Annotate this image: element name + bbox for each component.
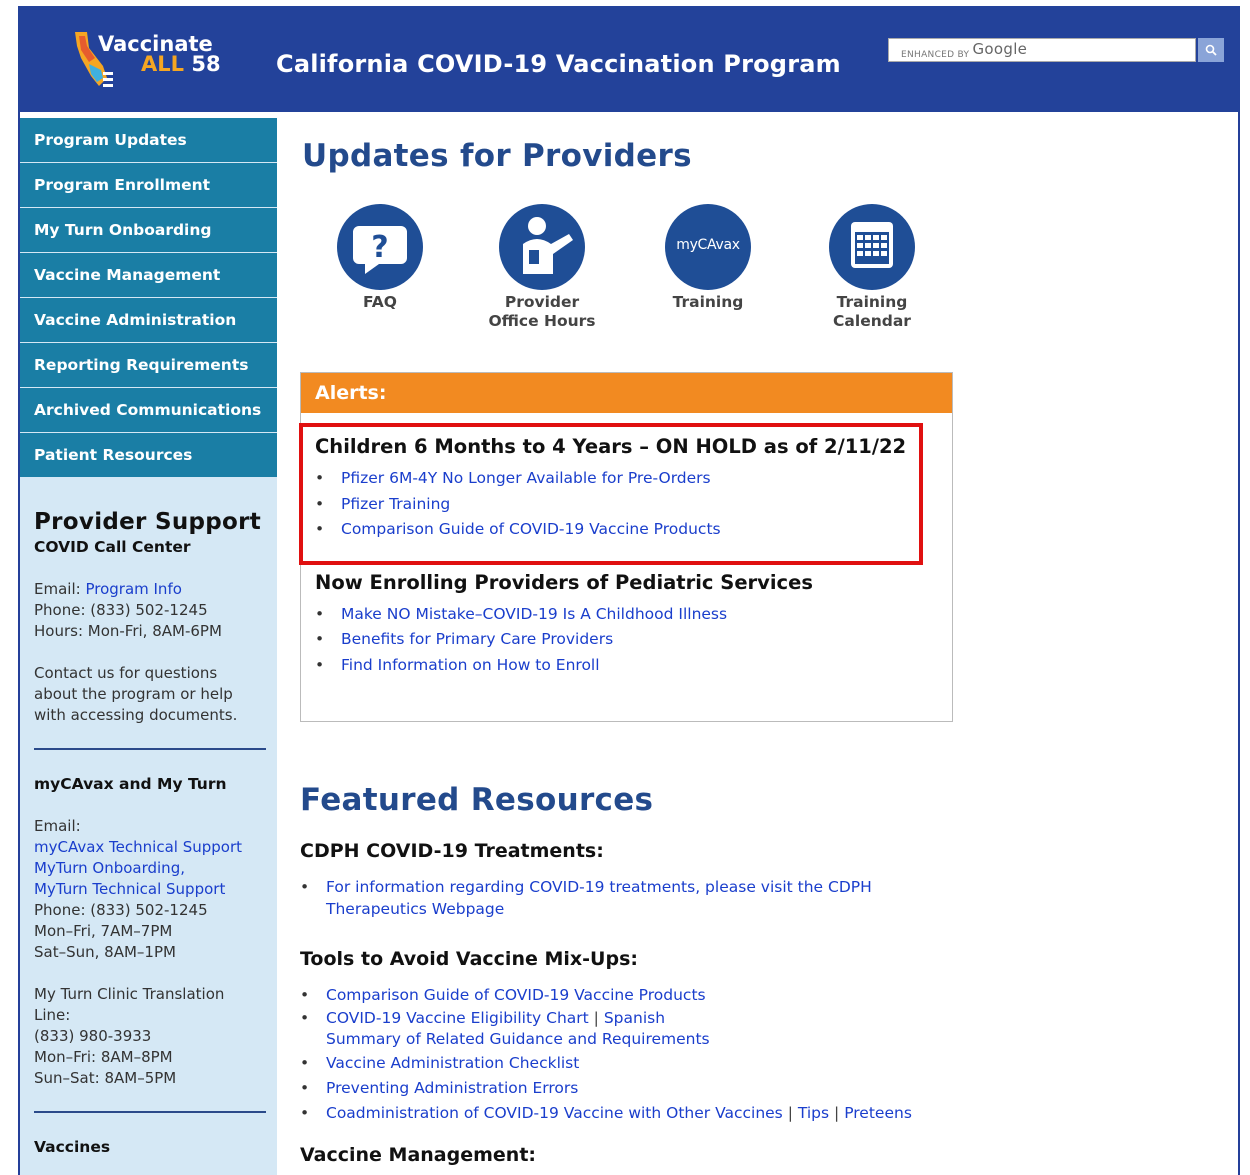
spanish-link[interactable]: Spanish: [604, 1009, 665, 1027]
mycavax-badge-text: myCAvax: [676, 237, 740, 253]
call-center-hours: Hours: Mon-Fri, 8AM-6PM: [34, 622, 222, 640]
provider-icon: [499, 204, 585, 290]
search-icon: [1205, 44, 1217, 56]
treatments-text[interactable]: For information regarding COVID-19 treat…: [326, 878, 823, 896]
provider-support-title: Provider Support: [34, 509, 262, 535]
mycavax-title: myCAvax and My Turn: [34, 775, 227, 793]
program-info-link[interactable]: Program Info: [85, 580, 181, 598]
mixup-link[interactable]: Preventing Administration Errors: [326, 1079, 578, 1097]
mycavax-icon: myCAvax: [665, 204, 751, 290]
mycavax-support-link[interactable]: myCAvax Technical Support: [34, 838, 242, 856]
sidebar: Program Updates Program Enrollment My Tu…: [20, 118, 277, 1175]
list-item: Find Information on How to Enroll: [315, 653, 938, 679]
nav-patient-resources[interactable]: Patient Resources: [20, 433, 277, 478]
divider: [34, 1111, 266, 1113]
myturn-onboarding-link[interactable]: MyTurn Onboarding,: [34, 859, 185, 877]
list-item: COVID-19 Vaccine Eligibility Chart | Spa…: [300, 1008, 1240, 1050]
featured-title: Featured Resources: [300, 782, 654, 818]
coadministration-link[interactable]: Coadministration of COVID-19 Vaccine wit…: [326, 1104, 783, 1122]
provider-office-hours-label: Provider Office Hours: [488, 293, 596, 330]
nav-vaccine-administration[interactable]: Vaccine Administration: [20, 298, 277, 343]
highlight-box: [299, 423, 923, 565]
eligibility-chart-link[interactable]: COVID-19 Vaccine Eligibility Chart: [326, 1009, 589, 1027]
logo-text-all: ALL: [141, 52, 185, 76]
provider-support-block: Provider Support COVID Call Center Email…: [20, 509, 277, 1158]
translation-phone: (833) 980-3933: [34, 1027, 152, 1045]
search-placeholder: ENHANCED BY Google: [901, 40, 1028, 61]
nav-program-enrollment[interactable]: Program Enrollment: [20, 163, 277, 208]
treatments-list: For information regarding COVID-19 treat…: [300, 876, 1240, 920]
divider: [34, 748, 266, 750]
call-center-title: COVID Call Center: [34, 538, 191, 556]
call-email-label: Email:: [34, 580, 81, 598]
vaccines-title: Vaccines: [34, 1138, 111, 1156]
search-placeholder-enhanced: ENHANCED BY: [901, 50, 970, 60]
quick-links: ? FAQ Provider Office Hours myCAvax Trai…: [300, 204, 960, 344]
alert-group2-title: Now Enrolling Providers of Pediatric Ser…: [315, 570, 813, 594]
list-item: Coadministration of COVID-19 Vaccine wit…: [300, 1100, 1240, 1126]
list-item: Make NO Mistake–COVID-19 Is A Childhood …: [315, 602, 938, 628]
site-title[interactable]: California COVID-19 Vaccination Program: [276, 50, 841, 78]
updates-title: Updates for Providers: [302, 138, 692, 174]
nav-program-updates[interactable]: Program Updates: [20, 118, 277, 163]
alert-link[interactable]: Find Information on How to Enroll: [341, 656, 600, 674]
treatments-title: CDPH COVID-19 Treatments:: [300, 840, 604, 862]
nav-vaccine-management[interactable]: Vaccine Management: [20, 253, 277, 298]
alert-link[interactable]: Benefits for Primary Care Providers: [341, 630, 613, 648]
faq-label: FAQ: [363, 293, 397, 311]
separator: |: [834, 1104, 840, 1122]
search-button[interactable]: [1198, 38, 1224, 62]
preteens-link[interactable]: Preteens: [844, 1104, 912, 1122]
separator: |: [787, 1104, 793, 1122]
training-link[interactable]: myCAvax Training: [648, 204, 768, 312]
search-placeholder-google: Google: [972, 40, 1028, 58]
alert-link[interactable]: Make NO Mistake–COVID-19 Is A Childhood …: [341, 605, 727, 623]
list-item: For information regarding COVID-19 treat…: [300, 876, 886, 920]
alerts-header: Alerts:: [301, 373, 952, 413]
nav-archived-communications[interactable]: Archived Communications: [20, 388, 277, 433]
training-label: Training: [672, 293, 744, 311]
nav-reporting-requirements[interactable]: Reporting Requirements: [20, 343, 277, 388]
faq-link[interactable]: ? FAQ: [320, 204, 440, 312]
search-input[interactable]: ENHANCED BY Google: [888, 38, 1196, 62]
list-item: Preventing Administration Errors: [300, 1076, 1240, 1100]
training-calendar-label: Training Calendar: [833, 293, 911, 330]
call-center-email: Email: Program Info: [34, 579, 263, 600]
logo-text-all58: ALL 58: [141, 52, 221, 76]
faq-question-icon: ?: [337, 204, 423, 290]
contact-text: Contact us for questions about the progr…: [34, 664, 238, 724]
tips-link[interactable]: Tips: [798, 1104, 829, 1122]
list-item: Benefits for Primary Care Providers: [315, 627, 938, 653]
translation-hours-2: Sun–Sat: 8AM–5PM: [34, 1069, 177, 1087]
mixups-list: Comparison Guide of COVID-19 Vaccine Pro…: [300, 982, 1240, 1126]
myturn-support-link[interactable]: MyTurn Technical Support: [34, 880, 225, 898]
guidance-summary-link[interactable]: Summary of Related Guidance and Requirem…: [326, 1030, 710, 1048]
mycavax-hours-weekday: Mon–Fri, 7AM–7PM: [34, 922, 173, 940]
nav-my-turn-onboarding[interactable]: My Turn Onboarding: [20, 208, 277, 253]
list-item: Comparison Guide of COVID-19 Vaccine Pro…: [300, 982, 1240, 1008]
logo-text-58: 58: [191, 52, 221, 76]
mycavax-email-label: Email:: [34, 817, 81, 835]
mixup-link[interactable]: Comparison Guide of COVID-19 Vaccine Pro…: [326, 986, 706, 1004]
mixups-title: Tools to Avoid Vaccine Mix-Ups:: [300, 948, 638, 970]
translation-title: My Turn Clinic Translation Line:: [34, 985, 225, 1024]
svg-text:?: ?: [371, 230, 388, 265]
separator: |: [593, 1009, 599, 1027]
alerts-box: Alerts: Children 6 Months to 4 Years – O…: [299, 372, 953, 722]
vaccine-management-title: Vaccine Management:: [300, 1144, 537, 1166]
featured-resources: Featured Resources CDPH COVID-19 Treatme…: [300, 782, 1240, 1166]
calendar-icon: [829, 204, 915, 290]
training-calendar-link[interactable]: Training Calendar: [812, 204, 932, 331]
list-item: Vaccine Administration Checklist: [300, 1050, 1240, 1076]
mycavax-phone: Phone: (833) 502-1245: [34, 901, 208, 919]
mycavax-hours-weekend: Sat–Sun, 8AM–1PM: [34, 943, 176, 961]
mixup-link[interactable]: Vaccine Administration Checklist: [326, 1054, 579, 1072]
alert-group2-list: Make NO Mistake–COVID-19 Is A Childhood …: [315, 602, 938, 679]
translation-hours-1: Mon–Fri: 8AM–8PM: [34, 1048, 173, 1066]
call-center-phone: Phone: (833) 502-1245: [34, 601, 208, 619]
provider-office-hours-link[interactable]: Provider Office Hours: [482, 204, 602, 331]
